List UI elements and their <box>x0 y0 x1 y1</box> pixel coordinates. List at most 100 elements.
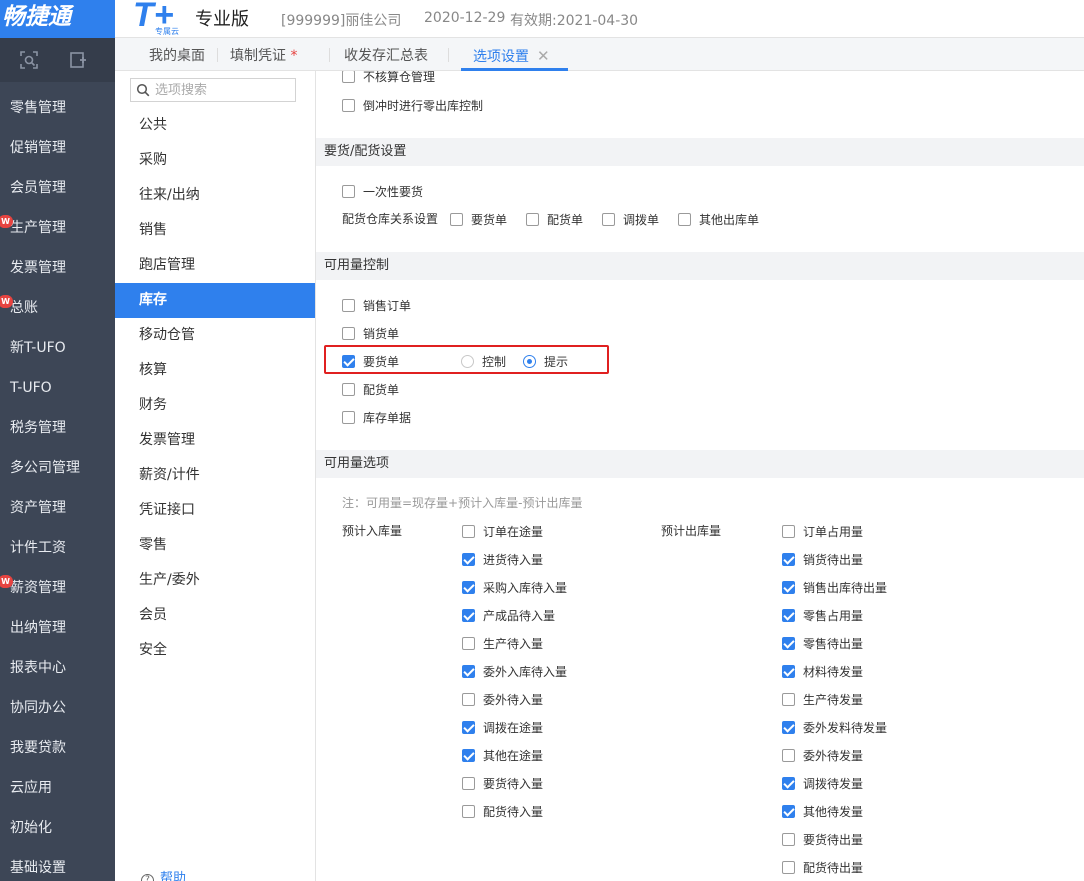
checkbox-checked[interactable] <box>782 805 795 818</box>
category-item[interactable]: 零售 <box>115 528 315 563</box>
close-icon[interactable]: ✕ <box>537 47 550 65</box>
nav-item[interactable]: 基础设置 <box>0 848 115 881</box>
checkbox-checked[interactable] <box>462 609 475 622</box>
checkbox[interactable] <box>782 749 795 762</box>
checkbox-checked[interactable] <box>462 553 475 566</box>
checkbox-item[interactable]: 调拨单 <box>602 211 659 228</box>
checkbox[interactable] <box>450 213 463 226</box>
category-item[interactable]: 公共 <box>115 108 315 143</box>
category-item[interactable]: 生产/委外 <box>115 563 315 598</box>
nav-item[interactable]: 零售管理 <box>0 88 115 128</box>
checkbox[interactable] <box>342 411 355 424</box>
checkbox-item[interactable]: 进货待入量 <box>462 551 543 568</box>
checkbox[interactable] <box>342 99 355 112</box>
checkbox-checked[interactable] <box>462 581 475 594</box>
nav-item[interactable]: W 总账 <box>0 288 115 328</box>
nav-item[interactable]: 多公司管理 <box>0 448 115 488</box>
category-item[interactable]: 薪资/计件 <box>115 458 315 493</box>
category-item[interactable]: 凭证接口 <box>115 493 315 528</box>
checkbox-item[interactable]: 销售订单 <box>342 297 411 314</box>
category-item[interactable]: 核算 <box>115 353 315 388</box>
checkbox-item[interactable]: 零售占用量 <box>782 607 863 624</box>
category-item[interactable]: 采购 <box>115 143 315 178</box>
checkbox[interactable] <box>782 693 795 706</box>
checkbox-item[interactable]: 要货单 <box>450 211 507 228</box>
checkbox-checked[interactable] <box>782 721 795 734</box>
option-search-input[interactable] <box>155 81 293 99</box>
checkbox-item[interactable]: 采购入库待入量 <box>462 579 567 596</box>
scan-search-icon[interactable] <box>19 50 39 70</box>
checkbox[interactable] <box>602 213 615 226</box>
checkbox[interactable] <box>782 525 795 538</box>
checkbox-item[interactable]: 配货待入量 <box>462 803 543 820</box>
nav-item[interactable]: 我要贷款 <box>0 728 115 768</box>
nav-item[interactable]: 新T-UFO <box>0 328 115 368</box>
checkbox-item[interactable]: 委外待入量 <box>462 691 543 708</box>
checkbox-item[interactable]: 生产待入量 <box>462 635 543 652</box>
checkbox[interactable] <box>782 861 795 874</box>
checkbox-item[interactable]: 调拨在途量 <box>462 719 543 736</box>
category-item[interactable]: 往来/出纳 <box>115 178 315 213</box>
checkbox-item[interactable]: 委外发料待发量 <box>782 719 887 736</box>
nav-item[interactable]: 资产管理 <box>0 488 115 528</box>
company-name[interactable]: [999999]丽佳公司 <box>281 10 401 30</box>
checkbox-checked[interactable] <box>782 665 795 678</box>
nav-item[interactable]: W 薪资管理 <box>0 568 115 608</box>
checkbox-item[interactable]: 其他待发量 <box>782 803 863 820</box>
checkbox-item[interactable]: 销货待出量 <box>782 551 863 568</box>
checkbox[interactable] <box>462 637 475 650</box>
checkbox[interactable] <box>342 327 355 340</box>
checkbox-checked[interactable] <box>782 609 795 622</box>
checkbox-item[interactable]: 一次性要货 <box>342 183 423 200</box>
checkbox-item[interactable]: 销售出库待出量 <box>782 579 887 596</box>
category-item[interactable]: 安全 <box>115 633 315 668</box>
category-item[interactable]: 跑店管理 <box>115 248 315 283</box>
nav-item[interactable]: 促销管理 <box>0 128 115 168</box>
help-link[interactable]: ? 帮助 <box>141 867 186 881</box>
checkbox-item[interactable]: 其他出库单 <box>678 211 759 228</box>
checkbox-checked[interactable] <box>782 637 795 650</box>
checkbox-item[interactable]: 配货待出量 <box>782 859 863 876</box>
checkbox-item[interactable]: 销货单 <box>342 325 399 342</box>
checkbox-checked[interactable] <box>782 581 795 594</box>
checkbox-item[interactable]: 订单占用量 <box>782 523 863 540</box>
checkbox-item[interactable]: 要货待出量 <box>782 831 863 848</box>
nav-item[interactable]: 税务管理 <box>0 408 115 448</box>
checkbox-item[interactable]: 产成品待入量 <box>462 607 555 624</box>
checkbox-checked[interactable] <box>462 749 475 762</box>
nav-item[interactable]: 发票管理 <box>0 248 115 288</box>
checkbox[interactable] <box>526 213 539 226</box>
checkbox[interactable] <box>342 71 355 83</box>
checkbox[interactable] <box>462 693 475 706</box>
checkbox[interactable] <box>462 525 475 538</box>
checkbox-item[interactable]: 其他在途量 <box>462 747 543 764</box>
nav-item[interactable]: 协同办公 <box>0 688 115 728</box>
checkbox-checked[interactable] <box>782 553 795 566</box>
category-item[interactable]: 发票管理 <box>115 423 315 458</box>
checkbox-item[interactable]: 不核算仓管理 <box>342 71 435 85</box>
nav-item[interactable]: W 生产管理 <box>0 208 115 248</box>
checkbox[interactable] <box>462 805 475 818</box>
checkbox-item[interactable]: 零售待出量 <box>782 635 863 652</box>
nav-item[interactable]: 报表中心 <box>0 648 115 688</box>
checkbox-checked[interactable] <box>782 777 795 790</box>
checkbox[interactable] <box>342 185 355 198</box>
nav-item[interactable]: 云应用 <box>0 768 115 808</box>
checkbox-item[interactable]: 委外待发量 <box>782 747 863 764</box>
checkbox[interactable] <box>342 299 355 312</box>
checkbox-item[interactable]: 库存单据 <box>342 409 411 426</box>
checkbox[interactable] <box>782 833 795 846</box>
checkbox-item[interactable]: 配货单 <box>342 381 399 398</box>
nav-item[interactable]: 出纳管理 <box>0 608 115 648</box>
checkbox-item[interactable]: 倒冲时进行零出库控制 <box>342 97 483 114</box>
category-item-active[interactable]: 库存 <box>115 283 315 318</box>
checkbox[interactable] <box>678 213 691 226</box>
checkbox-checked[interactable] <box>462 721 475 734</box>
category-item[interactable]: 会员 <box>115 598 315 633</box>
nav-item[interactable]: 计件工资 <box>0 528 115 568</box>
tab-desktop[interactable]: 我的桌面 <box>149 38 205 71</box>
checkbox[interactable] <box>342 383 355 396</box>
nav-item[interactable]: 会员管理 <box>0 168 115 208</box>
category-item[interactable]: 移动仓管 <box>115 318 315 353</box>
checkbox-item[interactable]: 订单在途量 <box>462 523 543 540</box>
